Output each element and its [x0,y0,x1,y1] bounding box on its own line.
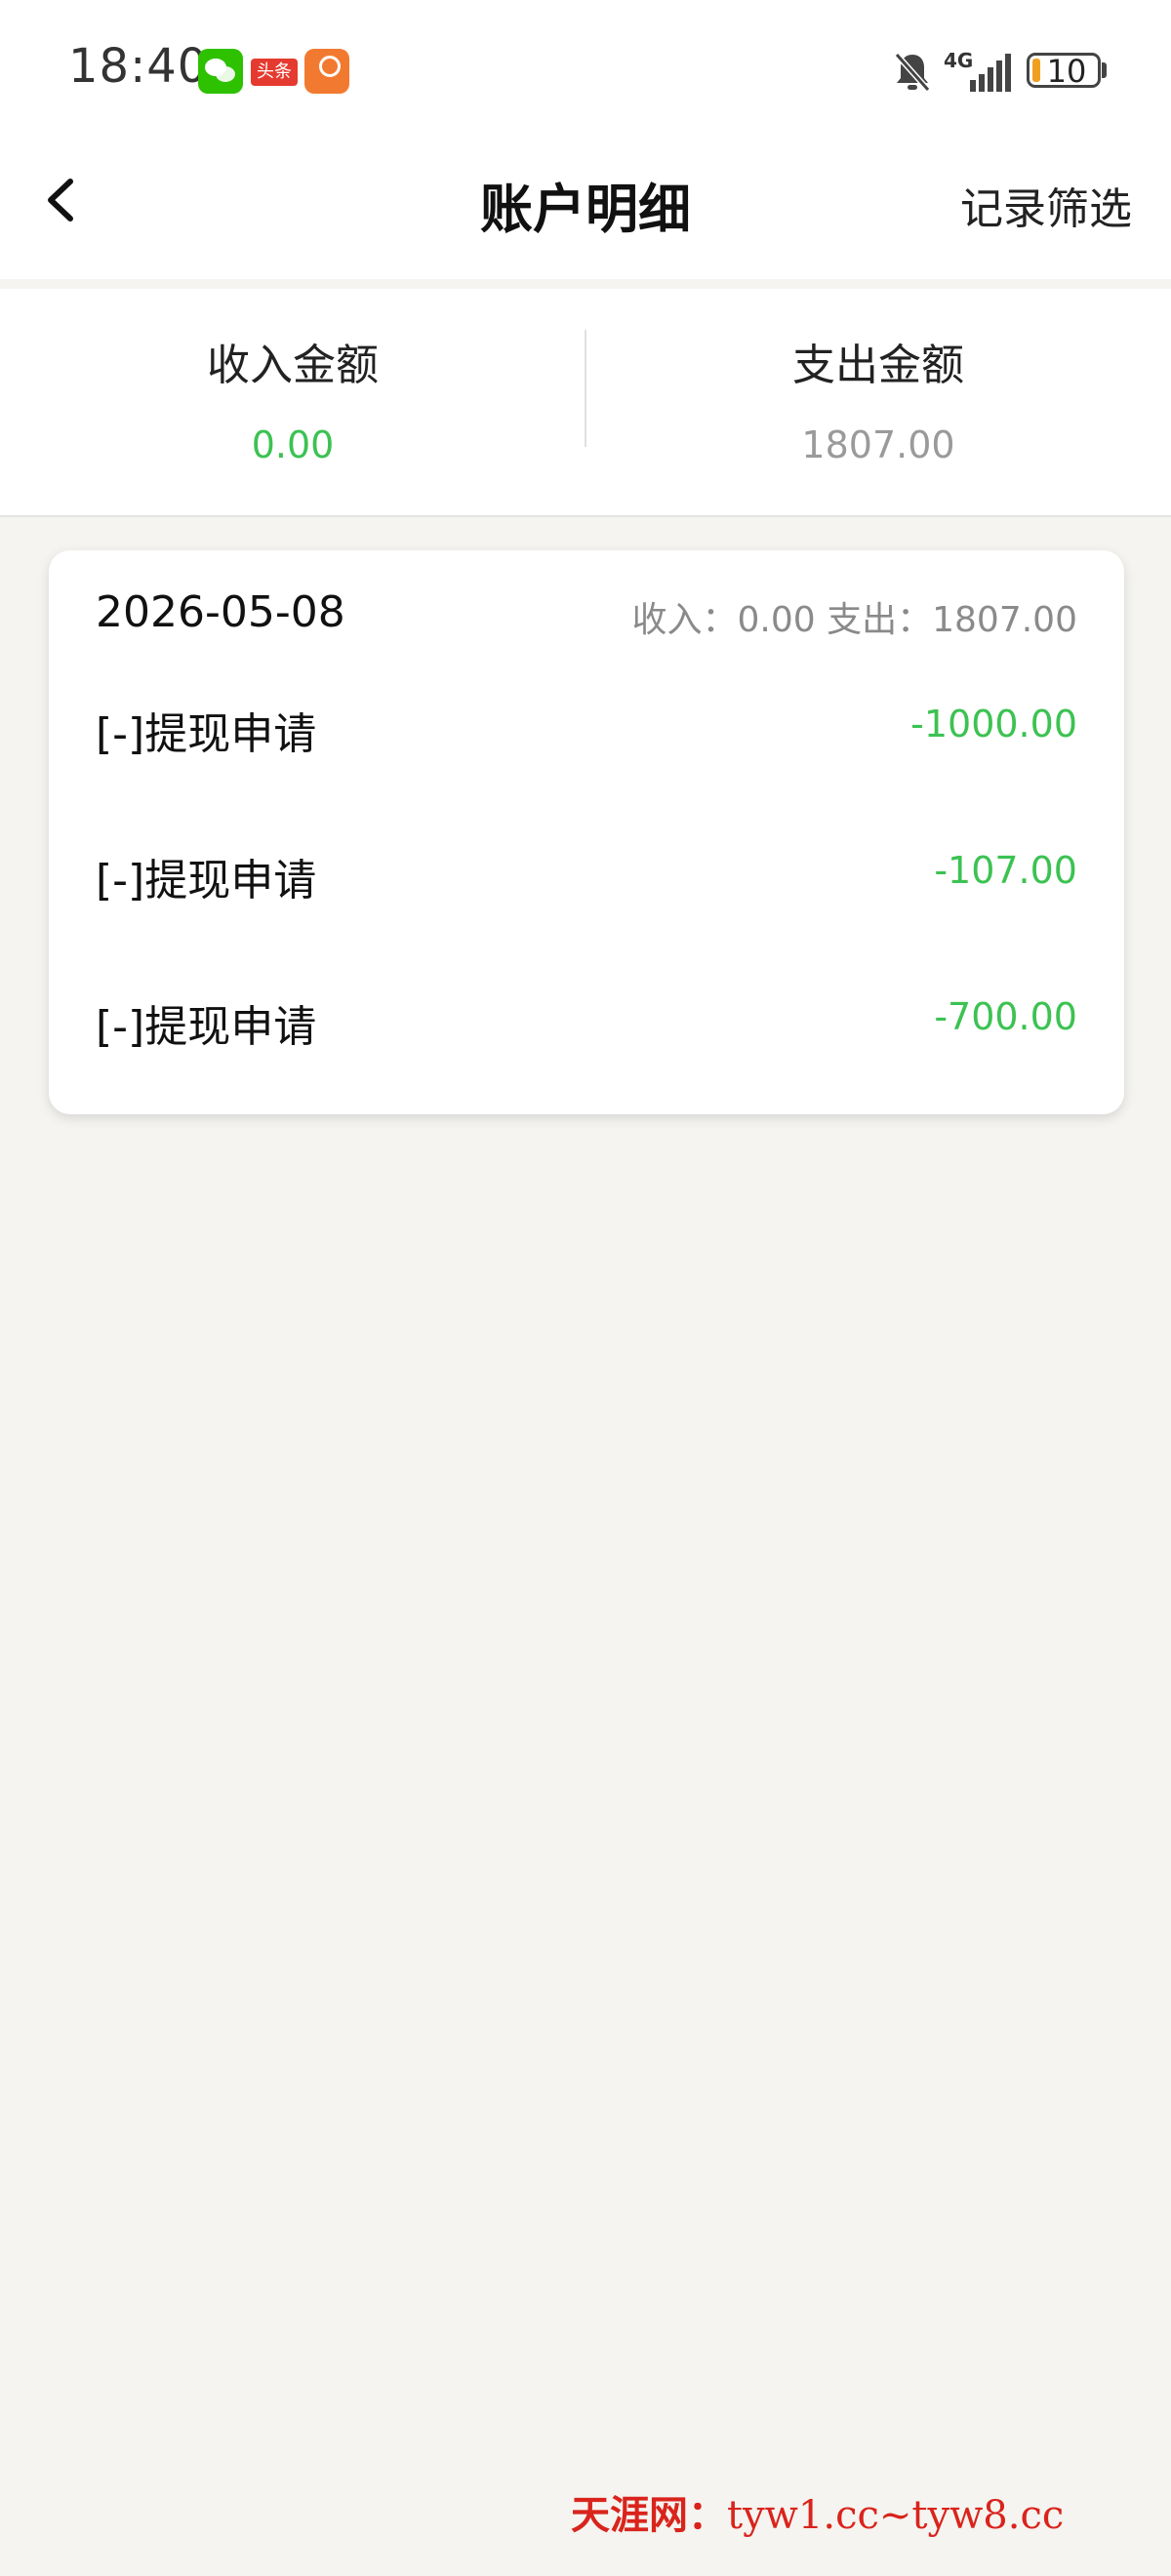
battery-level: 10 [1046,53,1087,90]
bell-muted-icon [894,53,931,92]
record-title: [-]提现申请 [96,1002,317,1052]
record-title: [-]提现申请 [96,856,317,906]
amount-summary: 收入金额 0.00 支出金额 1807.00 [0,289,1171,517]
signal-icon [970,54,1011,92]
income-value: 0.00 [251,423,335,466]
record-group-summary: 收入：0.00 支出：1807.00 [631,600,1077,640]
battery-icon: 10 [1027,53,1101,90]
status-bar: 18:40 头条 4G 10 [0,0,1171,137]
income-label: 收入金额 [207,341,379,390]
watermark-url: tyw1.cc~tyw8.cc [727,2493,1065,2538]
watermark-brand: 天涯网： [571,2492,727,2538]
record-row[interactable]: [-]提现申请 -700.00 [49,970,1124,1077]
watermark: 天涯网：tyw1.cc~tyw8.cc [571,2483,1166,2542]
record-amount: -700.00 [934,995,1077,1038]
battery-fill [1032,59,1040,82]
app-icon [304,49,349,94]
expense-value: 1807.00 [801,423,955,466]
status-time: 18:40 [68,39,209,94]
expense-label: 支出金额 [792,341,964,390]
battery-tip [1102,62,1107,78]
record-title: [-]提现申请 [96,709,317,759]
record-filter-button[interactable]: 记录筛选 [960,174,1132,236]
wechat-icon [198,49,243,94]
expense-summary: 支出金额 1807.00 [586,289,1171,517]
account-details-page: 18:40 头条 4G 10 账户明细 记录筛选 收入金额 0.00 支出金额 … [0,0,1171,2576]
header: 账户明细 记录筛选 [0,137,1171,279]
record-group-card: 2026-05-08 收入：0.00 支出：1807.00 [-]提现申请 -1… [49,550,1124,1114]
record-amount: -1000.00 [910,703,1077,745]
income-summary: 收入金额 0.00 [0,289,586,517]
toutiao-icon: 头条 [251,59,298,86]
record-amount: -107.00 [934,849,1077,892]
record-row[interactable]: [-]提现申请 -107.00 [49,824,1124,931]
record-group-date: 2026-05-08 [96,587,345,637]
record-row[interactable]: [-]提现申请 -1000.00 [49,677,1124,785]
